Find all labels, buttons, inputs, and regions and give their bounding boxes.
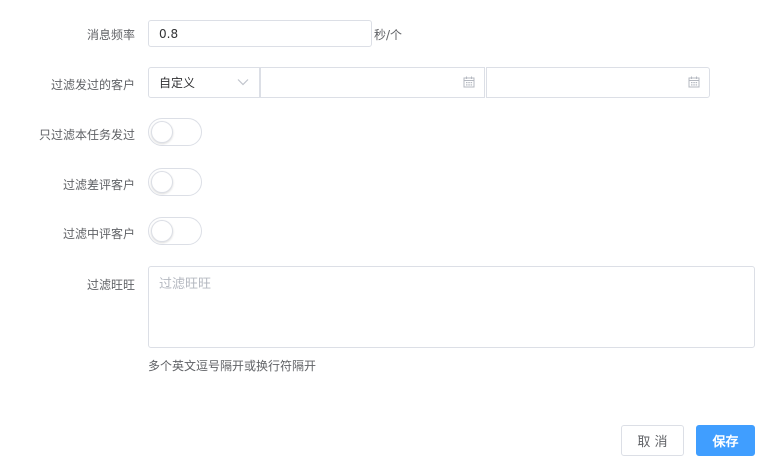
filter-bad-review-switch[interactable] bbox=[148, 168, 202, 196]
filter-sent-label: 过滤发过的客户 bbox=[50, 78, 135, 92]
filter-mid-review-label: 过滤中评客户 bbox=[62, 227, 135, 241]
frequency-input[interactable] bbox=[148, 20, 372, 47]
frequency-unit: 秒/个 bbox=[374, 28, 403, 42]
filter-wangwang-textarea[interactable] bbox=[148, 266, 755, 348]
save-button[interactable]: 保存 bbox=[696, 425, 755, 456]
date-start-input[interactable] bbox=[260, 67, 485, 98]
filter-sent-select-value: 自定义 bbox=[159, 76, 196, 90]
filter-mid-review-switch[interactable] bbox=[148, 217, 202, 245]
filter-sent-select[interactable]: 自定义 bbox=[148, 67, 260, 98]
frequency-label: 消息频率 bbox=[86, 28, 135, 42]
calendar-icon bbox=[688, 76, 700, 88]
calendar-icon bbox=[463, 76, 475, 88]
filter-task-sent-switch[interactable] bbox=[148, 118, 202, 146]
cancel-button[interactable]: 取 消 bbox=[621, 425, 684, 456]
filter-wangwang-label: 过滤旺旺 bbox=[86, 278, 135, 292]
switch-knob bbox=[151, 171, 173, 193]
filter-task-sent-label: 只过滤本任务发过 bbox=[38, 128, 135, 142]
date-end-input[interactable] bbox=[486, 67, 710, 98]
filter-bad-review-label: 过滤差评客户 bbox=[62, 178, 135, 192]
settings-form: 消息频率 秒/个 过滤发过的客户 自定义 bbox=[0, 0, 767, 464]
switch-knob bbox=[151, 220, 173, 242]
filter-wangwang-hint: 多个英文逗号隔开或换行符隔开 bbox=[148, 359, 317, 373]
switch-knob bbox=[151, 121, 173, 143]
chevron-down-icon bbox=[237, 79, 249, 86]
